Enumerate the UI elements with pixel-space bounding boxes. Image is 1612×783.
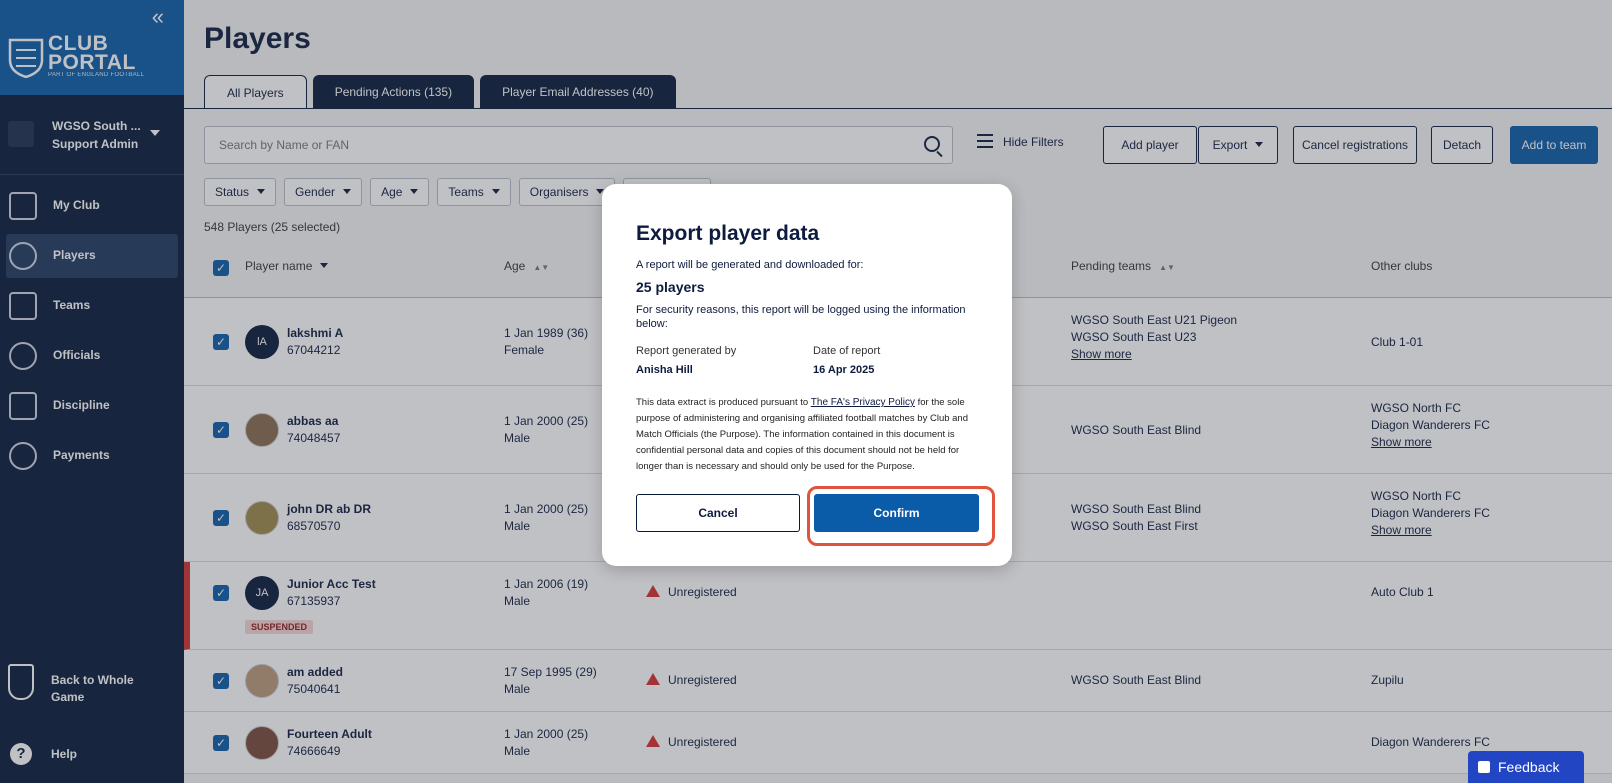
privacy-policy-link[interactable]: The FA's Privacy Policy [811, 397, 915, 408]
feedback-button[interactable]: Feedback [1468, 751, 1584, 783]
export-modal: Export player data A report will be gene… [602, 184, 1012, 566]
feedback-icon [1478, 761, 1490, 773]
generated-by-label: Report generated by [636, 345, 737, 357]
modal-security-note: For security reasons, this report will b… [636, 304, 966, 330]
legal-text-pre: This data extract is produced pursuant t… [636, 397, 811, 408]
feedback-label: Feedback [1498, 759, 1560, 775]
legal-text-post: for the sole purpose of administering an… [636, 397, 969, 472]
modal-player-count: 25 players [636, 279, 705, 295]
date-label: Date of report [813, 345, 881, 357]
cancel-button[interactable]: Cancel [636, 494, 800, 532]
date-value: 16 Apr 2025 [813, 364, 875, 376]
confirm-button[interactable]: Confirm [814, 494, 979, 532]
generated-by-value: Anisha Hill [636, 364, 693, 376]
modal-title: Export player data [636, 222, 820, 245]
legal-text: This data extract is produced pursuant t… [636, 395, 976, 475]
modal-intro: A report will be generated and downloade… [636, 259, 864, 271]
